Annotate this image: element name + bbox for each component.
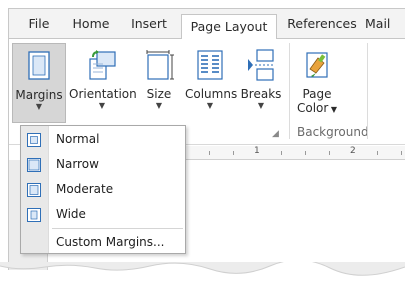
breaks-label: Breaks [240,87,282,101]
background-group-label: Background [297,125,369,139]
size-button[interactable]: Size ▼ [137,43,181,123]
tab-home[interactable]: Home [66,9,116,39]
chevron-down-icon: ▼ [155,101,163,110]
page-color-label-line1: Page [302,87,332,101]
tab-file[interactable]: File [17,9,61,39]
ruler-tick [209,151,210,155]
group-separator [289,43,290,139]
group-separator [367,43,368,139]
orientation-button[interactable]: Orientation ▼ [69,43,137,123]
margins-button[interactable]: Margins ▼ [12,43,66,123]
page-color-button[interactable]: Page Color ▼ [295,43,339,123]
ruler-tick [329,151,330,155]
menu-item-wide[interactable]: Wide [21,202,185,227]
columns-icon [197,50,223,80]
margin-narrow-icon [27,158,41,172]
menu-separator [52,228,183,229]
ruler-number: 2 [350,146,356,156]
columns-label: Columns [185,87,238,101]
menu-item-label: Wide [56,207,86,221]
dialog-launcher-icon[interactable]: ◢ [272,129,279,139]
ruler-tick [401,151,402,155]
tab-references[interactable]: References [281,9,363,39]
size-icon [146,50,174,80]
menu-item-label: Moderate [56,182,114,196]
breaks-button[interactable]: Breaks ▼ [239,43,283,123]
torn-edge-decoration [0,262,405,276]
ruler-tick [305,151,306,155]
margin-normal-icon [27,133,41,147]
app-window: File Home Insert Page Layout References … [8,8,405,270]
chevron-down-icon: ▼ [98,101,106,110]
chevron-down-icon: ▼ [206,101,214,110]
ruler-tick [233,151,234,155]
horizontal-ruler[interactable]: 1 2 [169,146,405,160]
columns-button[interactable]: Columns ▼ [185,43,238,123]
tab-page-layout[interactable]: Page Layout [181,14,277,40]
menu-item-narrow[interactable]: Narrow [21,152,185,177]
margin-wide-icon [27,208,41,222]
menu-item-label: Custom Margins... [56,235,165,249]
menu-item-moderate[interactable]: Moderate [21,177,185,202]
size-label: Size [146,87,172,101]
menu-item-custom-margins[interactable]: Custom Margins... [21,230,185,255]
menu-item-label: Narrow [56,157,99,171]
margins-label: Margins [15,88,63,102]
ruler-tick [377,151,378,155]
page-color-icon [306,52,328,78]
chevron-down-icon: ▼ [328,105,338,114]
orientation-icon [89,50,116,80]
margins-icon [28,51,50,80]
menu-item-normal[interactable]: Normal [21,127,185,152]
chevron-down-icon: ▼ [257,101,265,110]
menu-item-label: Normal [56,132,100,146]
margin-moderate-icon [27,183,41,197]
breaks-icon [248,49,275,81]
tab-insert[interactable]: Insert [121,9,177,39]
ruler-number: 1 [254,146,260,156]
tab-mailings[interactable]: Mail [365,9,405,39]
margins-dropdown-menu: Normal Narrow Moderate Wide Custom Margi… [20,125,186,254]
ribbon-tab-strip: File Home Insert Page Layout References … [9,9,405,40]
ruler-tick [281,151,282,155]
page-color-label-line2: Color ▼ [296,101,338,115]
orientation-label: Orientation [69,87,137,101]
chevron-down-icon: ▼ [35,102,43,111]
